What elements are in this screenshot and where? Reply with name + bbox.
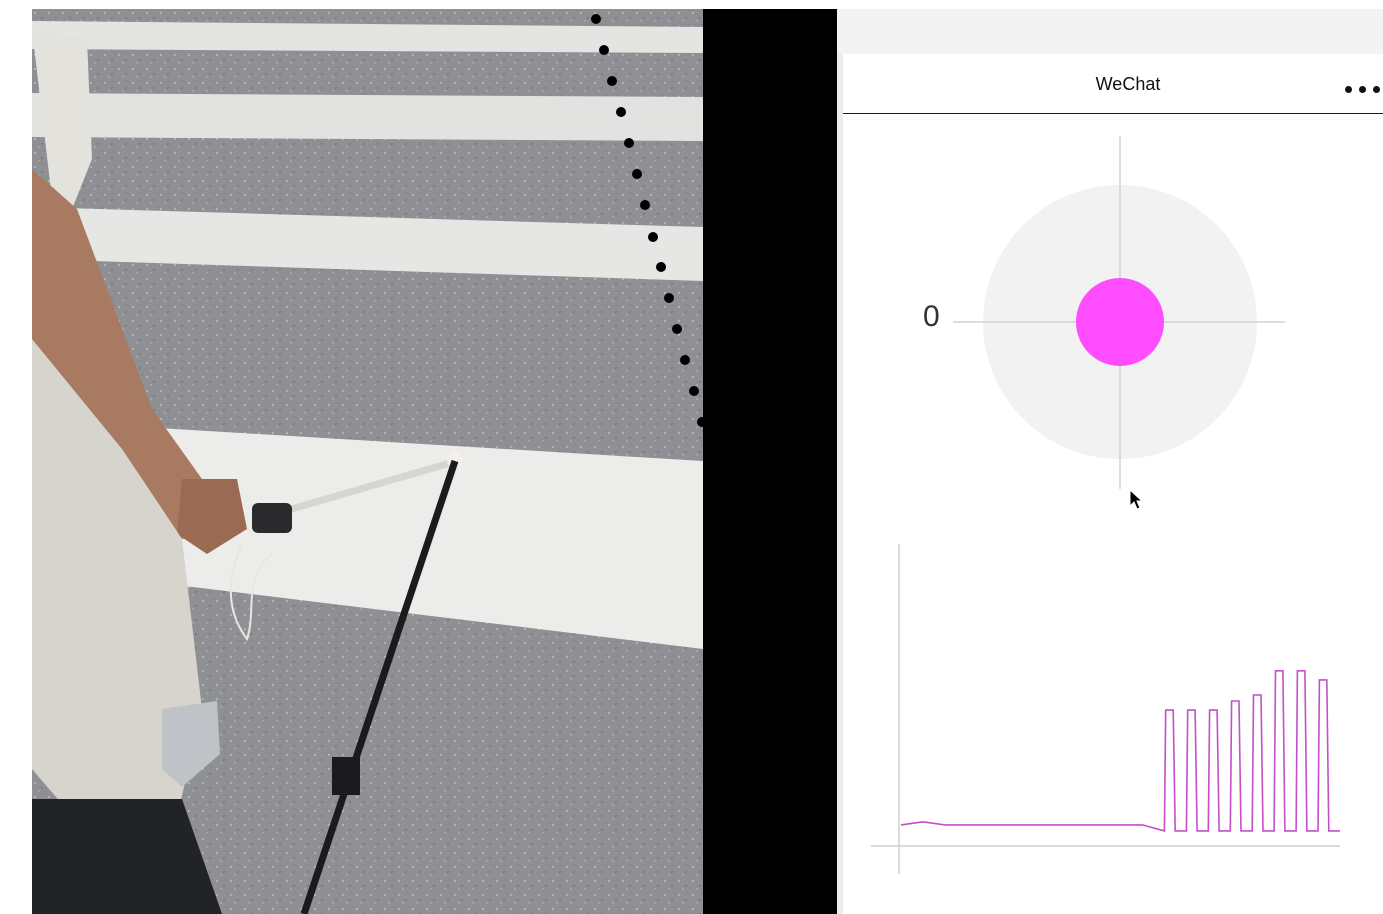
signal-series-line	[900, 670, 1340, 832]
sensor-box	[252, 503, 292, 533]
nav-title: WeChat	[1095, 74, 1161, 94]
mini-program-content: 0	[843, 114, 1383, 914]
left-margin	[0, 0, 32, 914]
phone-status-bar	[837, 9, 1383, 54]
crosswalk-scene	[32, 9, 703, 914]
video-frame	[32, 9, 703, 914]
nav-bar: WeChat	[843, 54, 1383, 114]
tilt-dot	[1076, 278, 1164, 366]
crosswalk-stripe	[32, 93, 703, 141]
top-margin	[0, 0, 837, 9]
screen: WeChat 0	[0, 0, 1383, 914]
more-dots-icon[interactable]	[1345, 80, 1383, 93]
axis-zero-label: 0	[923, 300, 940, 333]
phone-screen: WeChat 0	[837, 9, 1383, 914]
black-divider	[703, 9, 837, 914]
mouse-cursor-icon	[1129, 489, 1144, 510]
cane-shadow-box	[332, 757, 360, 795]
signal-chart	[871, 544, 1340, 874]
